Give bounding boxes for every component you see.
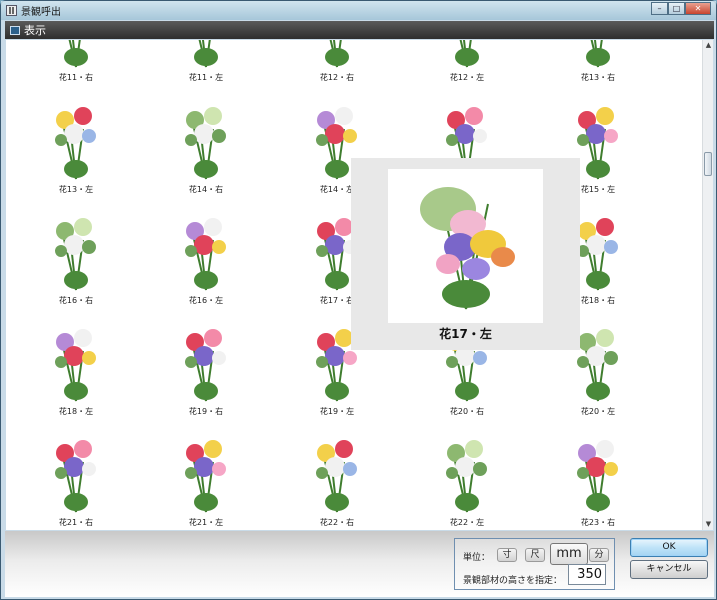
gallery-item-label: 花21・右 bbox=[58, 518, 94, 527]
gallery-item-label: 花12・右 bbox=[319, 73, 355, 82]
scroll-thumb[interactable] bbox=[704, 152, 712, 176]
gallery-item[interactable]: 花12・左 bbox=[419, 40, 515, 84]
flower-image-icon bbox=[185, 107, 226, 180]
gallery-item[interactable]: 花16・右 bbox=[28, 195, 124, 307]
gallery-item-label: 花13・右 bbox=[580, 73, 616, 82]
app-icon bbox=[6, 5, 17, 16]
gallery-item[interactable]: 花23・右 bbox=[550, 417, 646, 529]
flower-image-icon bbox=[55, 440, 96, 513]
flower-image-icon bbox=[455, 40, 479, 68]
gallery-item-label: 花18・左 bbox=[58, 407, 94, 416]
settings-group: 単位： 寸 尺 mm 分 景観部材の高さを指定： bbox=[454, 538, 615, 590]
unit-label: 単位： bbox=[463, 553, 491, 563]
gallery-item[interactable]: 花11・右 bbox=[28, 40, 124, 84]
flower-image-icon bbox=[325, 40, 349, 68]
preview-label: 花17・左 bbox=[439, 327, 492, 341]
scroll-down-arrow-icon[interactable]: ▼ bbox=[703, 519, 714, 530]
gallery-item[interactable]: 花13・左 bbox=[28, 84, 124, 196]
gallery-item-label: 花20・左 bbox=[580, 407, 616, 416]
flower-image-icon bbox=[185, 329, 226, 402]
vertical-scrollbar[interactable]: ▲ ▼ bbox=[702, 40, 713, 530]
gallery-item-label: 花16・右 bbox=[58, 296, 94, 305]
gallery-item-label: 花11・右 bbox=[58, 73, 94, 82]
flower-image-icon bbox=[185, 218, 226, 291]
minimize-button[interactable]: – bbox=[651, 2, 668, 15]
maximize-button[interactable]: □ bbox=[668, 2, 685, 15]
flower-image-icon bbox=[194, 40, 218, 68]
gallery-item-label: 花21・左 bbox=[188, 518, 224, 527]
gallery-item-label: 花20・右 bbox=[449, 407, 485, 416]
gallery-item-label: 花13・左 bbox=[58, 185, 94, 194]
unit-sun-button[interactable]: 寸 bbox=[497, 548, 517, 562]
height-input[interactable] bbox=[568, 564, 606, 585]
preview-popup: 花17・左 bbox=[351, 158, 580, 350]
gallery-item-label: 花22・右 bbox=[319, 518, 355, 527]
flower-image-icon bbox=[64, 40, 88, 68]
flower-image-icon bbox=[316, 440, 357, 513]
gallery-item-label: 花22・左 bbox=[449, 518, 485, 527]
dialog-window: 景観呼出 – □ ✕ 表示 花11・右 花11・左 花12・右 花12・左 花13・右花… bbox=[0, 0, 717, 600]
flower-image-icon bbox=[55, 329, 96, 402]
gallery-item[interactable]: 花22・右 bbox=[289, 417, 385, 529]
gallery-item-label: 花14・右 bbox=[188, 185, 224, 194]
flower-image-icon bbox=[586, 40, 610, 68]
gallery-item-label: 花11・左 bbox=[188, 73, 224, 82]
gallery-item[interactable]: 花21・左 bbox=[158, 417, 254, 529]
gallery-item-label: 花23・右 bbox=[580, 518, 616, 527]
menu-bar: 表示 bbox=[5, 21, 714, 39]
preview-image bbox=[388, 169, 543, 323]
ok-button[interactable]: OK bbox=[630, 538, 708, 557]
gallery-item[interactable]: 花18・左 bbox=[28, 306, 124, 418]
gallery-item[interactable]: 花19・右 bbox=[158, 306, 254, 418]
unit-mm-button[interactable]: mm bbox=[550, 543, 588, 565]
flower-image-icon bbox=[185, 440, 226, 513]
gallery-item[interactable]: 花21・右 bbox=[28, 417, 124, 529]
height-label: 景観部材の高さを指定： bbox=[463, 576, 563, 586]
window-title: 景観呼出 bbox=[21, 7, 61, 18]
gallery-item[interactable]: 花11・左 bbox=[158, 40, 254, 84]
gallery-item[interactable]: 花13・右 bbox=[550, 40, 646, 84]
window-icon bbox=[10, 25, 20, 35]
gallery-item-label: 花19・左 bbox=[319, 407, 355, 416]
close-button[interactable]: ✕ bbox=[685, 2, 711, 15]
gallery-item[interactable]: 花16・左 bbox=[158, 195, 254, 307]
preview-flower-icon bbox=[420, 187, 515, 310]
flower-image-icon bbox=[577, 440, 618, 513]
gallery-item[interactable]: 花12・右 bbox=[289, 40, 385, 84]
title-bar: 景観呼出 – □ ✕ bbox=[1, 1, 716, 20]
unit-shaku-button[interactable]: 尺 bbox=[525, 548, 545, 562]
gallery-item[interactable]: 花14・右 bbox=[158, 84, 254, 196]
flower-image-icon bbox=[446, 440, 487, 513]
menu-view[interactable]: 表示 bbox=[24, 22, 46, 38]
gallery-item-label: 花12・左 bbox=[449, 73, 485, 82]
gallery-item-label: 花16・左 bbox=[188, 296, 224, 305]
unit-bu-button[interactable]: 分 bbox=[589, 548, 609, 562]
cancel-button[interactable]: キャンセル bbox=[630, 560, 708, 579]
gallery-item-label: 花19・右 bbox=[188, 407, 224, 416]
scroll-up-arrow-icon[interactable]: ▲ bbox=[703, 40, 714, 51]
flower-image-icon bbox=[55, 218, 96, 291]
gallery-item[interactable]: 花22・左 bbox=[419, 417, 515, 529]
flower-image-icon bbox=[55, 107, 96, 180]
